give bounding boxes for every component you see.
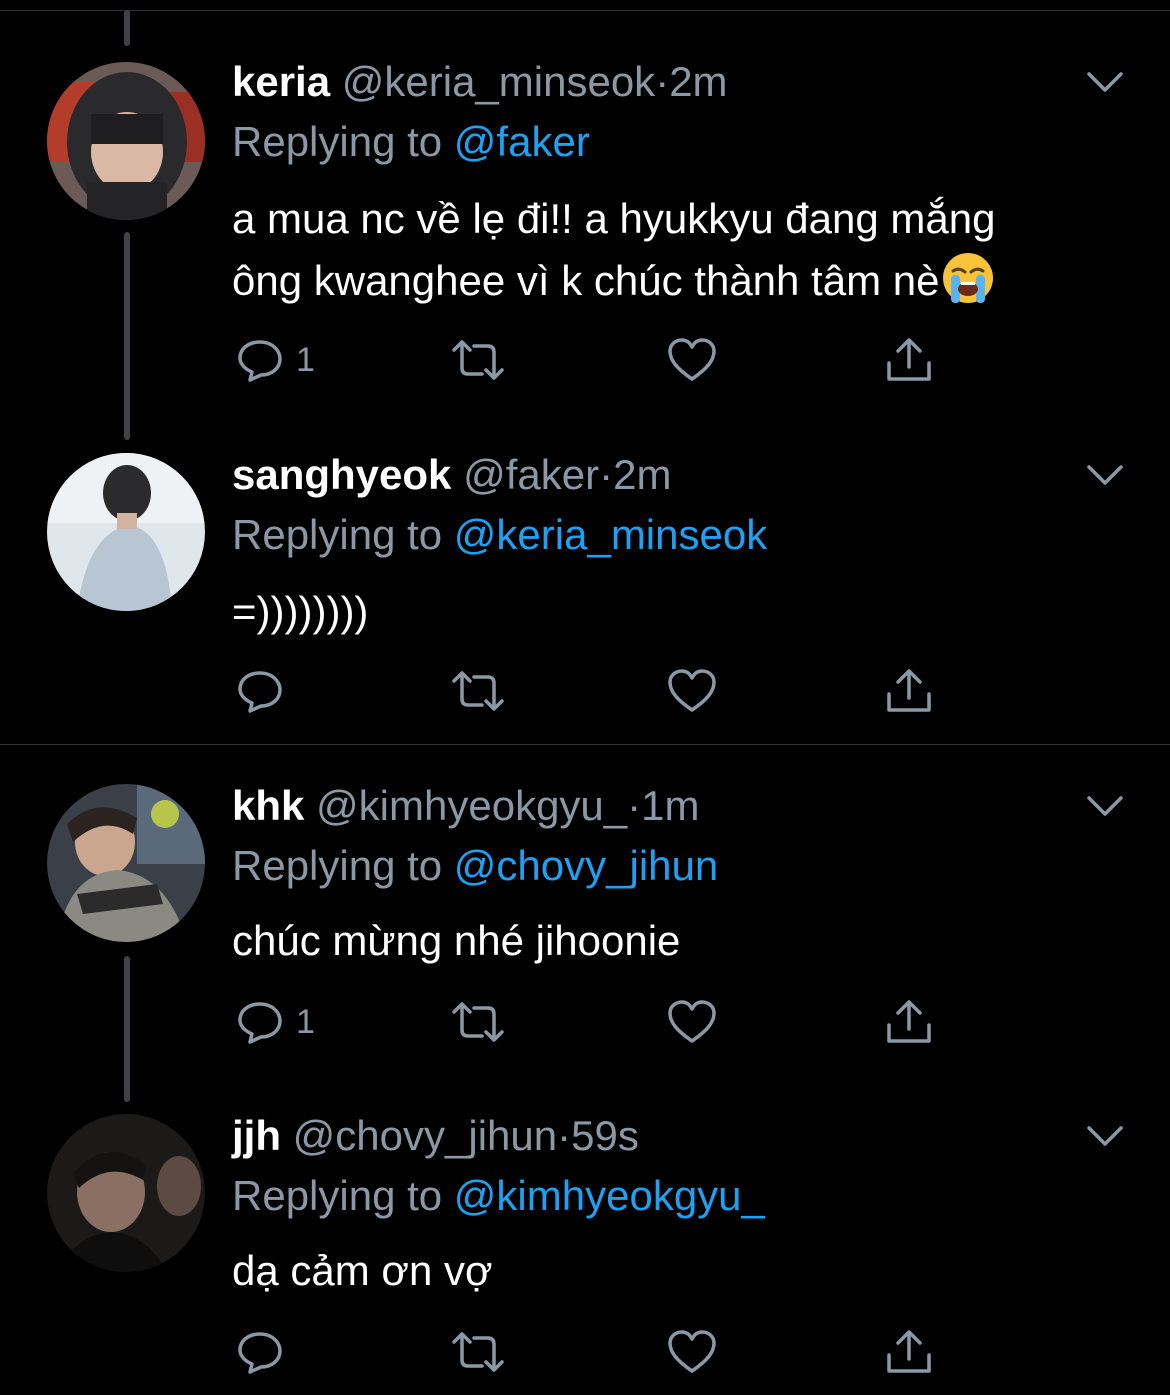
replying-to-label: Replying to [232,511,443,558]
tweet-actions: 1 [232,330,952,390]
share-button[interactable] [884,992,934,1052]
reply-button[interactable]: 1 [236,330,315,390]
tweet-text: dạ cảm ơn vợ [232,1240,493,1302]
reply-icon [238,671,282,713]
heart-icon [668,669,716,712]
replying-to: Replying to @kimhyeokgyu_ [232,1166,765,1226]
display-name[interactable]: jjh [232,1112,281,1159]
tweet-jjh[interactable]: jjh @chovy_jihun·59s Replying to @kimhye… [0,1106,1170,1395]
tweet-keria[interactable]: keria @keria_minseok·2m Replying to @fak… [0,52,1170,402]
retweet-icon [452,1332,504,1372]
replying-to-label: Replying to [232,1172,443,1219]
handle[interactable]: @kimhyeokgyu_ [316,782,627,829]
avatar[interactable] [47,1114,205,1272]
retweet-icon [452,1002,504,1042]
reply-button[interactable]: 1 [236,992,315,1052]
share-button[interactable] [884,330,934,390]
retweet-button[interactable] [450,992,506,1052]
replying-to: Replying to @chovy_jihun [232,836,718,896]
timestamp[interactable]: 2m [613,451,671,498]
reply-button[interactable] [236,661,296,721]
avatar[interactable] [47,784,205,942]
tweet-actions: 1 [232,992,952,1052]
like-button[interactable] [666,1322,718,1382]
mention-link[interactable]: @chovy_jihun [454,842,718,889]
dot-separator: · [599,451,614,498]
mention-link[interactable]: @kimhyeokgyu_ [454,1172,765,1219]
reply-count: 1 [296,341,315,379]
timestamp[interactable]: 2m [669,58,727,105]
replying-to-label: Replying to [232,842,443,889]
timestamp[interactable]: 59s [571,1112,639,1159]
tweet-text-line: ông kwanghee vì k chúc thành tâm nè [232,257,940,304]
chevron-down-icon[interactable] [1085,1116,1125,1156]
like-button[interactable] [666,661,718,721]
thread-line-top [124,10,130,46]
tweet-header: sanghyeok @faker·2m [232,445,671,505]
replying-to: Replying to @keria_minseok [232,505,767,565]
share-button[interactable] [884,661,934,721]
handle[interactable]: @faker [463,451,599,498]
dot-separator: · [655,58,670,105]
like-button[interactable] [666,330,718,390]
handle[interactable]: @keria_minseok [342,58,655,105]
retweet-icon [452,340,504,380]
dot-separator: · [627,782,642,829]
retweet-button[interactable] [450,330,506,390]
tweet-text-line: dạ cảm ơn vợ [232,1247,493,1294]
like-button[interactable] [666,992,718,1052]
avatar[interactable] [47,453,205,611]
top-divider [0,10,1170,11]
tweet-text-line-with-emoji: ông kwanghee vì k chúc thành tâm nè [232,250,995,312]
tweet-header: khk @kimhyeokgyu_·1m [232,776,700,836]
tweet-sanghyeok[interactable]: sanghyeok @faker·2m Replying to @keria_m… [0,445,1170,735]
reply-icon [238,1002,282,1044]
loudly-crying-face-emoji [943,253,994,303]
timestamp[interactable]: 1m [641,782,699,829]
display-name[interactable]: keria [232,58,330,105]
tweet-khk[interactable]: khk @kimhyeokgyu_·1m Replying to @chovy_… [0,776,1170,1076]
reply-count: 1 [296,1003,315,1041]
chevron-down-icon[interactable] [1085,62,1125,102]
share-icon [887,669,931,712]
tweet-text: =)))))))) [232,581,368,643]
replying-to-label: Replying to [232,118,443,165]
retweet-button[interactable] [450,1322,506,1382]
share-icon [887,338,931,381]
handle[interactable]: @chovy_jihun [293,1112,557,1159]
chevron-down-icon[interactable] [1085,455,1125,495]
retweet-button[interactable] [450,661,506,721]
dot-separator: · [557,1112,572,1159]
display-name[interactable]: khk [232,782,304,829]
chevron-down-icon[interactable] [1085,786,1125,826]
conversation-divider [0,744,1170,745]
tweet-text-line: a mua nc về lẹ đi!! a hyukkyu đang mắng [232,195,996,242]
reply-icon [238,340,282,382]
heart-icon [668,1330,716,1373]
tweet-actions [232,661,952,721]
tweet-header: keria @keria_minseok·2m [232,52,728,112]
avatar[interactable] [47,62,205,220]
mention-link[interactable]: @keria_minseok [454,511,767,558]
share-icon [887,1330,931,1373]
heart-icon [668,1000,716,1043]
replying-to: Replying to @faker [232,112,590,172]
display-name[interactable]: sanghyeok [232,451,451,498]
share-button[interactable] [884,1322,934,1382]
tweet-text: chúc mừng nhé jihoonie [232,910,680,972]
mention-link[interactable]: @faker [454,118,590,165]
tweet-header: jjh @chovy_jihun·59s [232,1106,639,1166]
tweet-actions [232,1322,952,1382]
tweet-text-line: =)))))))) [232,588,369,635]
heart-icon [668,338,716,381]
retweet-icon [452,671,504,711]
tweet-text: a mua nc về lẹ đi!! a hyukkyu đang mắng … [232,188,995,312]
tweet-text-line: chúc mừng nhé jihoonie [232,917,681,964]
reply-button[interactable] [236,1322,296,1382]
share-icon [887,1000,931,1043]
reply-icon [238,1332,282,1374]
